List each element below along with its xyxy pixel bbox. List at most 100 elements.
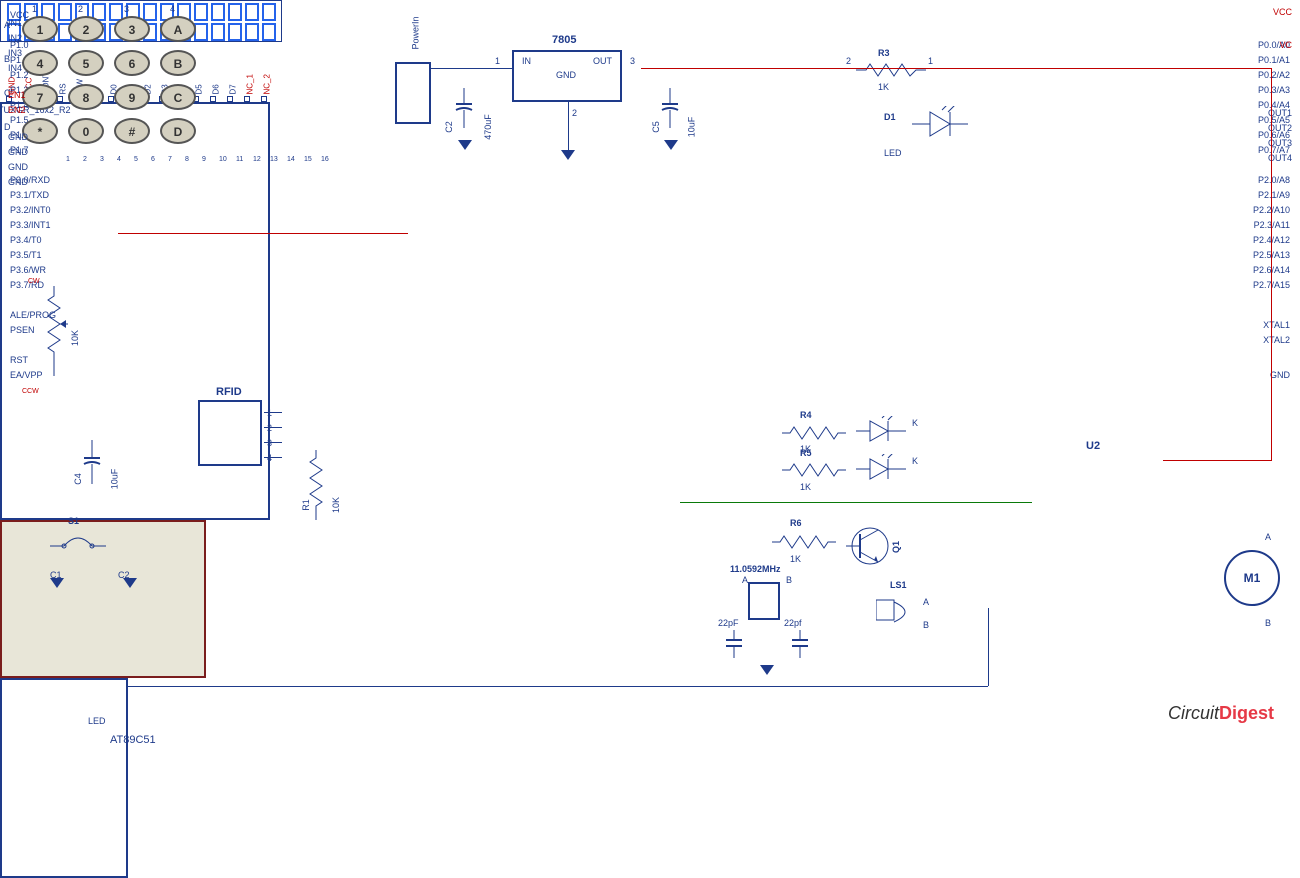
motor: M1 (1224, 550, 1280, 606)
c4-ref: C4 (73, 473, 83, 485)
mcu-pin-label: GND (1270, 370, 1290, 380)
c4-cap (80, 440, 104, 494)
reg-pin3: 3 (630, 56, 635, 66)
lcd-cell (262, 3, 276, 21)
gnd-3 (458, 140, 472, 150)
keypad-key[interactable]: 7 (22, 84, 58, 110)
u2-pin-label: VC (1279, 40, 1292, 50)
r3-val: 1K (878, 82, 889, 92)
mcu-pin-label: P0.2/A2 (1258, 70, 1290, 80)
u2-pin-label: IN4 (8, 63, 22, 73)
keypad-key[interactable]: D (160, 118, 196, 144)
mcu-pin-label: P0.1/A1 (1258, 55, 1290, 65)
wire (264, 442, 282, 443)
r4-ref: R4 (800, 410, 812, 420)
reg-pin2: 2 (572, 108, 577, 118)
mcu-pin-label: P3.4/T0 (10, 235, 42, 245)
r1-ref: R1 (301, 499, 311, 511)
rfid-pin-num: 3 (267, 438, 272, 448)
lcd-pin-number: 9 (202, 156, 206, 163)
r5-ref: R5 (800, 448, 812, 458)
c5-capacitor (658, 88, 682, 138)
crystal (748, 582, 780, 620)
q1-ref: Q1 (891, 541, 901, 553)
lcd-pin-label: RS (59, 83, 68, 94)
r6-resistor (772, 532, 836, 552)
keypad-key[interactable]: C (160, 84, 196, 110)
potentiometer (40, 286, 68, 376)
keypad-key[interactable]: 1 (22, 16, 58, 42)
cx2-cap (788, 630, 812, 666)
lcd-cell (228, 3, 242, 21)
keypad-col-label: 4 (170, 4, 175, 14)
lcd-cell (228, 23, 242, 41)
lcd-pin-label: D7 (229, 84, 238, 94)
motor-b: B (1265, 618, 1271, 628)
keypad-key[interactable]: 0 (68, 118, 104, 144)
crystal-a: A (742, 575, 748, 585)
reg-out-lbl: OUT (593, 56, 612, 66)
c2-val: 470uF (483, 114, 493, 140)
lcd-cell (245, 23, 259, 41)
mcu-pin-label: P0.3/A3 (1258, 85, 1290, 95)
reg-gnd-lbl: GND (556, 70, 576, 80)
gnd-6 (760, 665, 774, 675)
r6-ref: R6 (790, 518, 802, 528)
u2-pin-label: GND (8, 162, 28, 172)
lcd-pin-label: NC_2 (263, 74, 272, 94)
crystal-b: B (786, 575, 792, 585)
rfid-module: 1234 (198, 400, 262, 466)
keypad-key[interactable]: 6 (114, 50, 150, 76)
mcu-pin-label: XTAL1 (1263, 320, 1290, 330)
mcu-pin-label: XTAL2 (1263, 335, 1290, 345)
ls1-a: A (923, 597, 929, 607)
mcu-pin-label: P3.6/WR (10, 265, 46, 275)
keypad-key[interactable]: B (160, 50, 196, 76)
ls1-b: B (923, 620, 929, 630)
motor-a: A (1265, 532, 1271, 542)
u2-pin-label: IN2 (8, 33, 22, 43)
lcd-pin-number: 5 (134, 156, 138, 163)
keypad-key[interactable]: A (160, 16, 196, 42)
u2-pin-label: IN3 (8, 48, 22, 58)
r5-val: 1K (800, 482, 811, 492)
c5-ref: C5 (651, 121, 661, 133)
lcd-pin-number: 12 (253, 156, 261, 163)
keypad-key[interactable]: 3 (114, 16, 150, 42)
keypad-led-label: LED (88, 716, 106, 726)
u2-ref: U2 (1086, 440, 1100, 452)
s1-ref: S1 (68, 516, 79, 526)
mcu-pin-label: P3.2/INT0 (10, 205, 51, 215)
c2-ref: C2 (444, 121, 454, 133)
q1-transistor (846, 524, 890, 570)
lcd-pin-number: 16 (321, 156, 329, 163)
mcu-pin-label: PSEN (10, 325, 35, 335)
lcd-pin-number: 3 (100, 156, 104, 163)
logo-word2: Digest (1219, 703, 1274, 723)
gnd-1 (123, 578, 137, 588)
lcd-cell (245, 3, 259, 21)
rfid-label: RFID (216, 386, 242, 398)
keypad-row-label: D (4, 122, 11, 132)
crystal-val: 11.0592MHz (730, 564, 781, 574)
reg-in-lbl: IN (522, 56, 531, 66)
keypad-key[interactable]: 5 (68, 50, 104, 76)
keypad-key[interactable]: 2 (68, 16, 104, 42)
reg-ref: 7805 (552, 34, 576, 46)
lcd-pin-number: 1 (66, 156, 70, 163)
u2-pin-label: EN2 (8, 105, 26, 115)
motor-ref: M1 (1244, 571, 1261, 585)
mcu-pin-label: P3.3/INT1 (10, 220, 51, 230)
keypad-key[interactable]: 9 (114, 84, 150, 110)
lcd-cell (194, 23, 208, 41)
wire (264, 427, 282, 428)
keypad-key[interactable]: # (114, 118, 150, 144)
d1-type: LED (884, 148, 902, 158)
rfid-pin-num: 2 (267, 423, 272, 433)
regulator-7805: IN OUT GND (512, 50, 622, 102)
keypad-key[interactable]: 4 (22, 50, 58, 76)
wire (264, 412, 282, 413)
d1-ref: D1 (884, 112, 896, 122)
keypad-key[interactable]: 8 (68, 84, 104, 110)
keypad-col-label: 3 (124, 4, 129, 14)
